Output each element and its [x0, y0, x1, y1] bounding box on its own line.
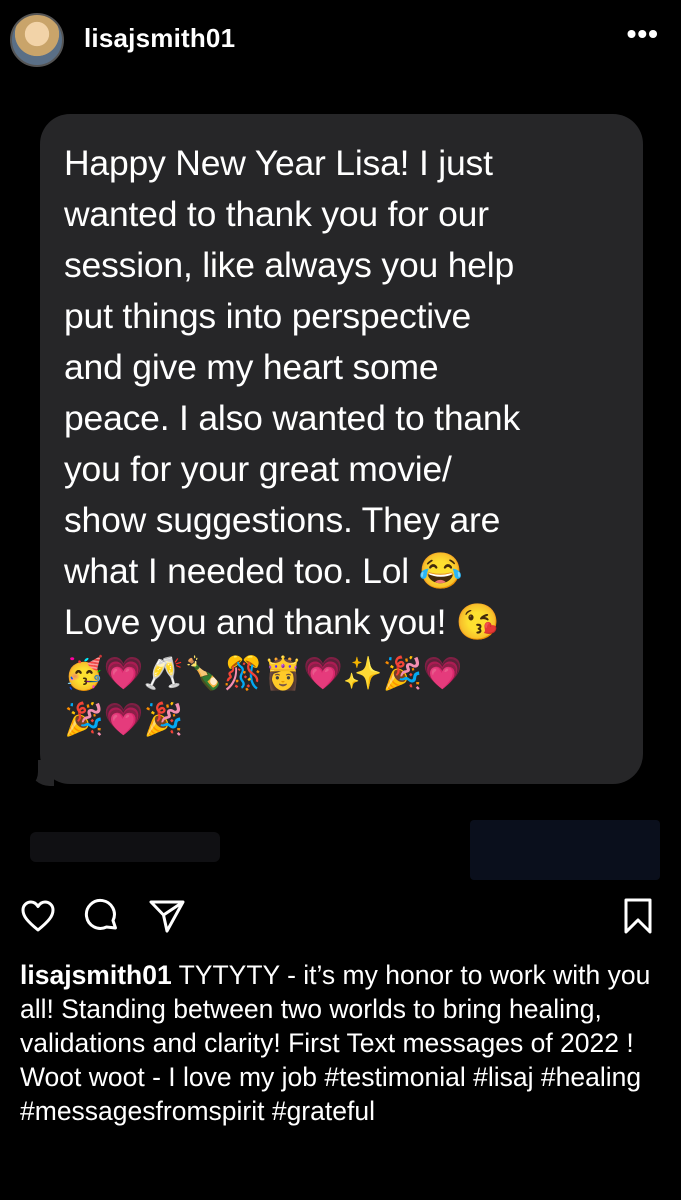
- blurred-text: [30, 832, 220, 862]
- emoji-rows: 🥳💗🥂🍾🎊👸💗✨🎉💗 🎉💗🎉: [64, 650, 619, 742]
- bubble-tail-mask: [16, 756, 38, 790]
- emoji-row: 🥳💗🥂🍾🎊👸💗✨🎉💗: [64, 655, 463, 691]
- username[interactable]: lisajsmith01: [84, 23, 235, 54]
- more-dots-icon[interactable]: •••: [627, 20, 659, 48]
- send-icon[interactable]: [148, 898, 186, 934]
- message-bubble: Happy New Year Lisa! I just wanted to th…: [40, 114, 643, 784]
- blurred-image: [470, 820, 660, 880]
- comment-icon[interactable]: [84, 898, 120, 934]
- bookmark-icon[interactable]: [622, 897, 654, 935]
- message-text: Happy New Year Lisa! I just wanted to th…: [64, 143, 521, 642]
- post-actions: [0, 893, 681, 943]
- avatar[interactable]: [10, 13, 64, 67]
- heart-icon[interactable]: [20, 899, 56, 933]
- post-caption: lisajsmith01 TYTYTY - it’s my honor to w…: [20, 958, 665, 1128]
- post-header: lisajsmith01 •••: [0, 0, 681, 80]
- emoji-row: 🎉💗🎉: [64, 701, 184, 737]
- caption-username[interactable]: lisajsmith01: [20, 960, 172, 990]
- post-image: Happy New Year Lisa! I just wanted to th…: [0, 80, 681, 880]
